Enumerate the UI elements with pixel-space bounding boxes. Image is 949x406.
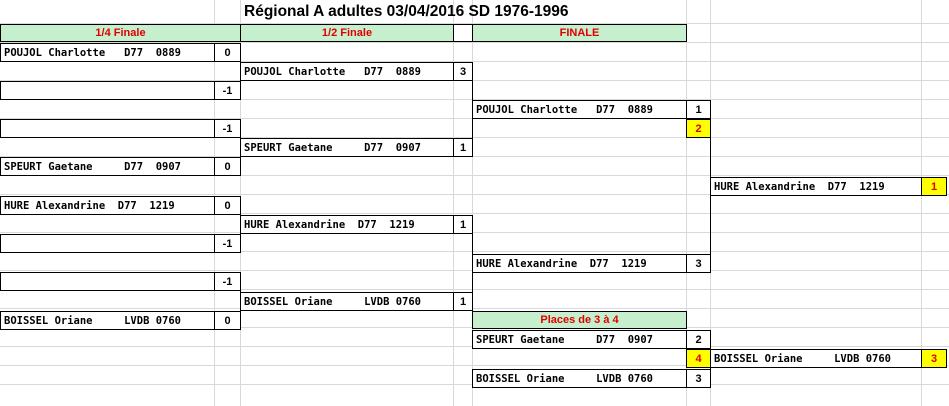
quarter-player-4: SPEURT Gaetane D77 0907	[0, 157, 215, 176]
quarter-player-3	[0, 119, 215, 138]
quarter-player-8: BOISSEL Oriane LVDB 0760	[0, 311, 215, 330]
quarter-player-7	[0, 272, 215, 291]
header-quarter-final: 1/4 Finale	[0, 24, 241, 42]
header-places-3-4: Places de 3 à 4	[472, 311, 687, 329]
semi-score-2: 1	[453, 138, 473, 157]
quarter-player-5: HURE Alexandrine D77 1219	[0, 196, 215, 215]
quarter-score-8: 0	[214, 311, 241, 330]
semi-score-3: 1	[453, 215, 473, 234]
quarter-score-5: 0	[214, 196, 241, 215]
quarter-player-1: POUJOL Charlotte D77 0889	[0, 43, 215, 62]
quarter-score-6: -1	[214, 234, 241, 253]
third-player: BOISSEL Oriane LVDB 0760	[710, 349, 922, 368]
places-player-2: BOISSEL Oriane LVDB 0760	[472, 369, 687, 388]
places-player-1: SPEURT Gaetane D77 0907	[472, 330, 687, 349]
winner-rank: 1	[921, 177, 947, 196]
semi-player-2: SPEURT Gaetane D77 0907	[240, 138, 454, 157]
places-rank-4: 4	[686, 349, 711, 368]
semi-player-1: POUJOL Charlotte D77 0889	[240, 62, 454, 81]
quarter-player-2	[0, 81, 215, 100]
semi-player-4: BOISSEL Oriane LVDB 0760	[240, 292, 454, 311]
semi-player-3: HURE Alexandrine D77 1219	[240, 215, 454, 234]
quarter-score-3: -1	[214, 119, 241, 138]
quarter-score-1: 0	[214, 43, 241, 62]
semi-score-4: 1	[453, 292, 473, 311]
final-player-2: HURE Alexandrine D77 1219	[472, 254, 687, 273]
quarter-player-6	[0, 234, 215, 253]
third-rank: 3	[921, 349, 947, 368]
final-rank-2: 2	[686, 119, 711, 138]
semi-score-1: 3	[453, 62, 473, 81]
header-spacer	[453, 24, 473, 42]
places-score-2: 3	[686, 369, 711, 388]
final-score-1: 1	[686, 100, 711, 119]
winner-player: HURE Alexandrine D77 1219	[710, 177, 922, 196]
quarter-score-2: -1	[214, 81, 241, 100]
page-title: Régional A adultes 03/04/2016 SD 1976-19…	[244, 3, 569, 20]
places-score-1: 2	[686, 330, 711, 349]
header-final: FINALE	[472, 24, 687, 42]
quarter-score-7: -1	[214, 272, 241, 291]
header-semi-final: 1/2 Finale	[240, 24, 454, 42]
quarter-score-4: 0	[214, 157, 241, 176]
final-score-2: 3	[686, 254, 711, 273]
final-player-1: POUJOL Charlotte D77 0889	[472, 100, 687, 119]
